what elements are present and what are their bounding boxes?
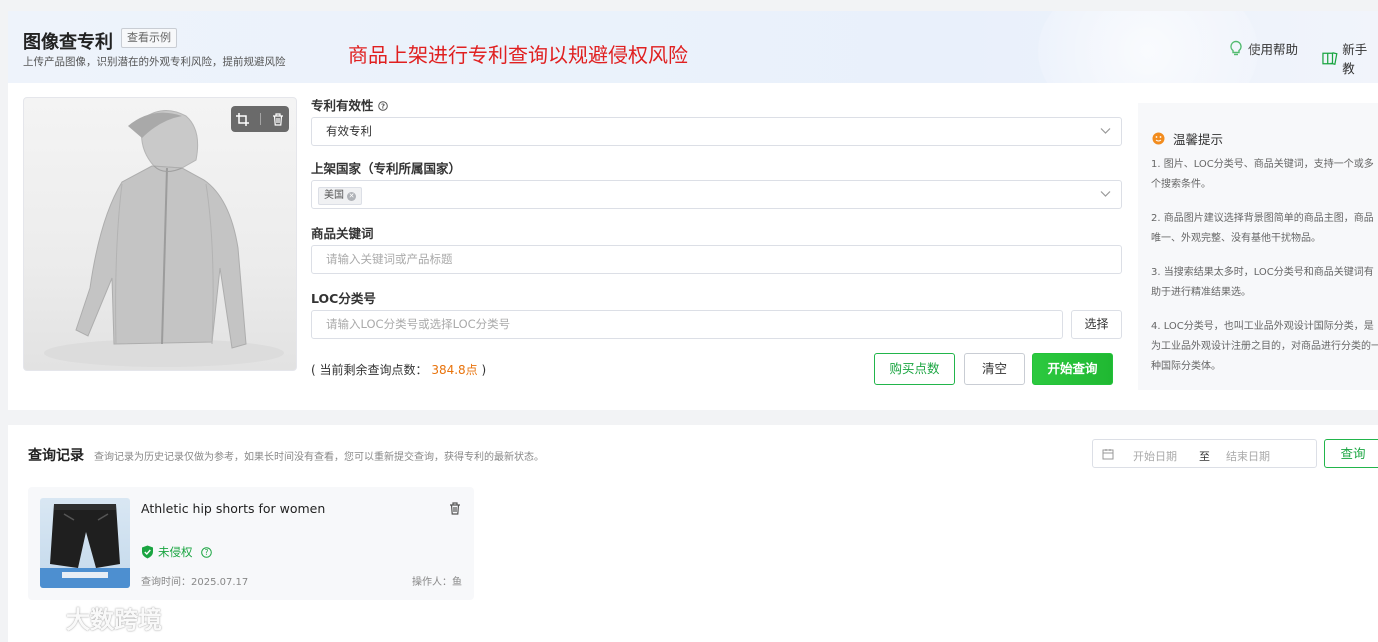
calendar-icon	[1102, 449, 1114, 460]
help-link[interactable]: 使用帮助	[1228, 39, 1298, 58]
country-label: 上架国家（专利所属国家）	[311, 161, 462, 176]
toolbar-divider	[259, 113, 261, 125]
guide-link[interactable]: 新手教	[1322, 39, 1378, 77]
tips-list: 1. 图片、LOC分类号、商品关键词，支持一个或多个搜索条件。 2. 商品图片建…	[1151, 155, 1378, 391]
keyword-input[interactable]: 请输入关键词或产品标题	[311, 245, 1122, 274]
shorts-image	[40, 504, 130, 588]
smile-icon	[1152, 132, 1165, 145]
guide-label: 新手教	[1342, 42, 1368, 76]
tip-item: 3. 当搜索结果太多时，LOC分类号和商品关键词有助于进行精准结果选。	[1151, 267, 1374, 298]
tag-close-icon[interactable]: ✕	[347, 192, 356, 201]
points-value: 384.8点	[431, 363, 478, 377]
image-toolbar	[231, 106, 289, 132]
date-range-picker[interactable]: 开始日期 至 结束日期	[1092, 439, 1317, 468]
tips-box: 温馨提示 1. 图片、LOC分类号、商品关键词，支持一个或多个搜索条件。 2. …	[1138, 103, 1378, 390]
crop-icon[interactable]	[236, 112, 250, 126]
end-date-input[interactable]: 结束日期	[1226, 448, 1270, 464]
banner-text: 商品上架进行专利查询以规避侵权风险	[348, 43, 688, 67]
points-prefix: ( 当前剩余查询点数：	[311, 363, 428, 377]
search-panel: 专利有效性 ? 有效专利 上架国家（专利所属国家） 美国 ✕ 商品关键词 请输入关…	[8, 83, 1378, 410]
view-example-button[interactable]: 查看示例	[121, 28, 177, 48]
bulb-icon	[1230, 40, 1242, 56]
history-card[interactable]: Athletic hip shorts for women 未侵权 ? 查询时间…	[28, 487, 474, 600]
validity-label-text: 专利有效性	[311, 98, 374, 113]
trash-icon[interactable]	[272, 112, 284, 126]
country-tag-text: 美国	[324, 190, 344, 201]
loc-label: LOC分类号	[311, 291, 376, 306]
country-tag: 美国 ✕	[318, 187, 362, 205]
help-label: 使用帮助	[1248, 42, 1299, 57]
book-icon	[1322, 51, 1338, 65]
tips-title: 温馨提示	[1152, 129, 1223, 148]
start-date-input[interactable]: 开始日期	[1133, 448, 1177, 464]
watermark-text: 大数跨境	[66, 606, 162, 634]
product-thumbnail	[40, 498, 130, 588]
chevron-down-icon	[1100, 128, 1111, 134]
history-title: 查询记录	[28, 448, 84, 464]
date-separator: 至	[1199, 450, 1210, 463]
buy-points-button[interactable]: 购买点数	[874, 353, 955, 385]
remaining-points: ( 当前剩余查询点数： 384.8点 )	[311, 361, 486, 378]
tip-item: 1. 图片、LOC分类号、商品关键词，支持一个或多个搜索条件。	[1151, 159, 1374, 190]
shield-check-icon	[142, 545, 153, 559]
validity-select[interactable]: 有效专利	[311, 117, 1122, 146]
tip-item: 2. 商品图片建议选择背景图简单的商品主图，商品唯一、外观完整、没有基他干扰物品…	[1151, 213, 1374, 244]
record-status: 未侵权 ?	[141, 544, 212, 560]
keyword-label: 商品关键词	[311, 226, 374, 241]
tips-title-text: 温馨提示	[1173, 132, 1224, 147]
jacket-image	[44, 110, 284, 367]
record-time: 查询时间：2025.07.17	[141, 577, 249, 588]
record-name[interactable]: Athletic hip shorts for women	[141, 501, 325, 516]
watermark: 大数跨境	[8, 600, 162, 635]
history-query-button[interactable]: 查询	[1324, 439, 1378, 468]
start-search-button[interactable]: 开始查询	[1032, 353, 1113, 385]
trash-icon[interactable]	[449, 500, 461, 519]
validity-value: 有效专利	[326, 124, 372, 138]
svg-text:?: ?	[204, 548, 208, 557]
page-header: 图像查专利 查看示例 上传产品图像，识别潜在的外观专利风险，提前规避风险 商品上…	[8, 11, 1378, 83]
record-status-text: 未侵权	[158, 545, 193, 559]
svg-text:?: ?	[381, 103, 385, 111]
record-operator: 操作人：鱼	[412, 577, 462, 588]
tip-item: 4. LOC分类号，也叫工业品外观设计国际分类，是为工业品外观设计注册之目的，对…	[1151, 321, 1378, 372]
loc-input[interactable]: 请输入LOC分类号或选择LOC分类号	[311, 310, 1063, 339]
uploaded-image[interactable]	[23, 97, 297, 371]
question-icon[interactable]: ?	[200, 546, 212, 558]
country-select[interactable]: 美国 ✕	[311, 180, 1122, 209]
clear-button[interactable]: 清空	[964, 353, 1025, 385]
logo-icon	[10, 604, 60, 631]
loc-select-button[interactable]: 选择	[1071, 310, 1122, 339]
points-suffix: )	[481, 363, 487, 377]
page-title: 图像查专利	[23, 32, 113, 53]
question-icon[interactable]: ?	[378, 101, 388, 111]
history-section: 查询记录 查询记录为历史记录仅做为参考，如果长时间没有查看，您可以重新提交查询，…	[8, 425, 1378, 642]
chevron-down-icon	[1100, 191, 1111, 197]
validity-label: 专利有效性 ?	[311, 95, 388, 114]
page-subtitle: 上传产品图像，识别潜在的外观专利风险，提前规避风险	[23, 56, 286, 68]
history-note: 查询记录为历史记录仅做为参考，如果长时间没有查看，您可以重新提交查询，获得专利的…	[94, 452, 544, 463]
